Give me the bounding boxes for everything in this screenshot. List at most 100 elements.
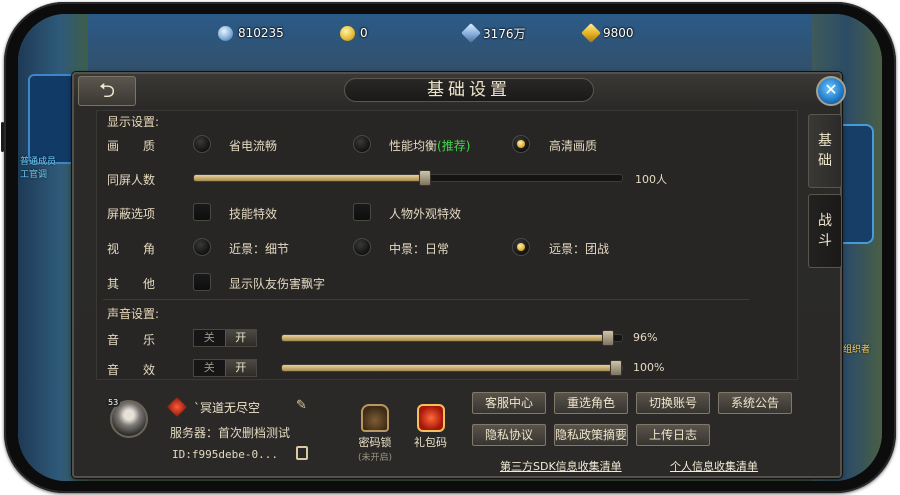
volume-button (1, 122, 4, 152)
tab-combat-label: 战斗 (818, 213, 832, 249)
quality-label: 画 质 (107, 139, 156, 153)
server-text: 服务器：首次删档测试 (170, 426, 291, 440)
same-screen-slider[interactable] (193, 170, 623, 186)
player-id: ID:f995debe-0... (172, 448, 278, 461)
close-icon: ✕ (824, 80, 838, 99)
back-arrow-icon: ⮌ (98, 78, 116, 102)
privacy-summary-button[interactable]: 隐私政策摘要 (554, 424, 628, 446)
upload-log-button[interactable]: 上传日志 (636, 424, 710, 446)
music-toggle[interactable]: 关 开 (193, 329, 257, 347)
bg-left-screen (28, 74, 78, 164)
tab-basic-label: 基础 (818, 133, 832, 169)
same-screen-fill (194, 175, 426, 181)
display-section-title: 显示设置: (107, 115, 160, 129)
guild-icon (167, 397, 187, 417)
shield-label: 屏蔽选项 (107, 207, 156, 221)
sound-section-title: 声音设置: (107, 307, 160, 321)
music-on[interactable]: 开 (224, 330, 256, 346)
phone-frame: 普通成员 工官调 台组织者 810235 0 3176万 9800 ⮌ 基础设置… (1, 2, 896, 493)
privacy-agreement-button[interactable]: 隐私协议 (472, 424, 546, 446)
effects-on[interactable]: 开 (224, 360, 256, 376)
view-option-near: 近景：细节 (229, 242, 290, 256)
level-badge: 53 (106, 398, 121, 407)
quality-option-balanced: 性能均衡(推荐) (389, 139, 471, 153)
view-option-far: 远景：团战 (549, 242, 610, 256)
music-thumb[interactable] (602, 330, 615, 346)
bg-member-text: 普通成员 (20, 157, 57, 167)
tab-combat[interactable]: 战斗 (808, 194, 842, 268)
same-screen-label: 同屏人数 (107, 173, 156, 187)
effects-fill (282, 365, 622, 371)
crystal-value: 3176万 (483, 26, 526, 41)
view-radio-mid[interactable] (353, 238, 371, 256)
switch-account-button[interactable]: 切换账号 (636, 392, 710, 414)
gift-icon (416, 404, 445, 432)
effects-label: 音 效 (107, 363, 156, 377)
effects-toggle[interactable]: 关 开 (193, 359, 257, 377)
settings-content: 显示设置: 画 质 省电流畅 性能均衡(推荐) 高清画质 同屏人数 100人 屏… (96, 110, 798, 380)
effects-off[interactable]: 关 (194, 360, 225, 376)
password-lock-note: (未开启) (358, 453, 393, 463)
player-name: `冥道无尽空 (194, 401, 261, 415)
back-button[interactable]: ⮌ (78, 76, 136, 106)
system-notice-button[interactable]: 系统公告 (718, 392, 792, 414)
view-option-mid: 中景：日常 (389, 242, 450, 256)
coin-counter: 0 (340, 24, 368, 42)
quality-option-power-save: 省电流畅 (229, 139, 278, 153)
copy-id-icon[interactable] (296, 446, 308, 460)
music-off[interactable]: 关 (194, 330, 225, 346)
recommended-tag: (推荐) (437, 139, 471, 153)
lock-icon (361, 404, 390, 432)
edit-name-icon[interactable]: ✎ (296, 398, 307, 413)
password-lock-label: 密码锁 (358, 436, 392, 449)
section-divider (103, 299, 749, 300)
close-button[interactable]: ✕ (816, 76, 846, 106)
same-screen-thumb[interactable] (419, 170, 432, 186)
effects-slider[interactable] (281, 360, 623, 376)
music-label: 音 乐 (107, 333, 156, 347)
tab-basic[interactable]: 基础 (808, 114, 842, 188)
diamond-counter: 810235 (218, 24, 284, 42)
skill-effects-label: 技能特效 (229, 207, 278, 221)
quality-radio-balanced[interactable] (353, 135, 371, 153)
appearance-effects-checkbox[interactable] (353, 203, 371, 221)
third-party-sdk-link[interactable]: 第三方SDK信息收集清单 (500, 458, 622, 474)
gift-code-label: 礼包码 (414, 436, 447, 449)
teammate-damage-checkbox[interactable] (193, 273, 211, 291)
diamond-icon (218, 25, 233, 41)
view-label: 视 角 (107, 242, 156, 256)
customer-service-button[interactable]: 客服中心 (472, 392, 546, 414)
coin-icon (340, 25, 355, 41)
other-label: 其 他 (107, 277, 156, 291)
game-screen: 普通成员 工官调 台组织者 810235 0 3176万 9800 ⮌ 基础设置… (18, 14, 882, 481)
dialog-title: 基础设置 (344, 78, 594, 102)
appearance-effects-label: 人物外观特效 (389, 207, 462, 221)
quality-radio-hd[interactable] (512, 135, 530, 153)
music-value: 96% (633, 331, 658, 344)
effects-value: 100% (633, 361, 665, 374)
gold-counter: 9800 (581, 23, 634, 43)
crystal-counter: 3176万 (461, 23, 526, 43)
gold-icon (581, 23, 601, 43)
bg-top (18, 14, 882, 74)
coin-value: 0 (360, 26, 368, 40)
view-radio-far[interactable] (512, 238, 530, 256)
personal-info-link[interactable]: 个人信息收集清单 (670, 458, 758, 474)
same-screen-value: 100人 (635, 173, 667, 186)
teammate-damage-label: 显示队友伤害飘字 (229, 277, 326, 291)
gift-code-button[interactable]: 礼包码 (414, 404, 447, 450)
reselect-role-button[interactable]: 重选角色 (554, 392, 628, 414)
view-radio-near[interactable] (193, 238, 211, 256)
quality-option-hd: 高清画质 (549, 139, 598, 153)
effects-thumb[interactable] (610, 360, 622, 376)
skill-effects-checkbox[interactable] (193, 203, 211, 221)
quality-radio-power-save[interactable] (193, 135, 211, 153)
music-fill (282, 335, 609, 341)
settings-dialog: ⮌ 基础设置 ✕ 显示设置: 画 质 省电流畅 性能均衡(推荐) 高清画质 同屏… (72, 72, 846, 478)
crystal-icon (461, 23, 481, 43)
bg-member-text-2: 工官调 (20, 170, 48, 180)
diamond-value: 810235 (238, 26, 284, 40)
password-lock-button[interactable]: 密码锁 (未开启) (358, 404, 392, 463)
music-slider[interactable] (281, 330, 623, 346)
gold-value: 9800 (603, 26, 634, 40)
